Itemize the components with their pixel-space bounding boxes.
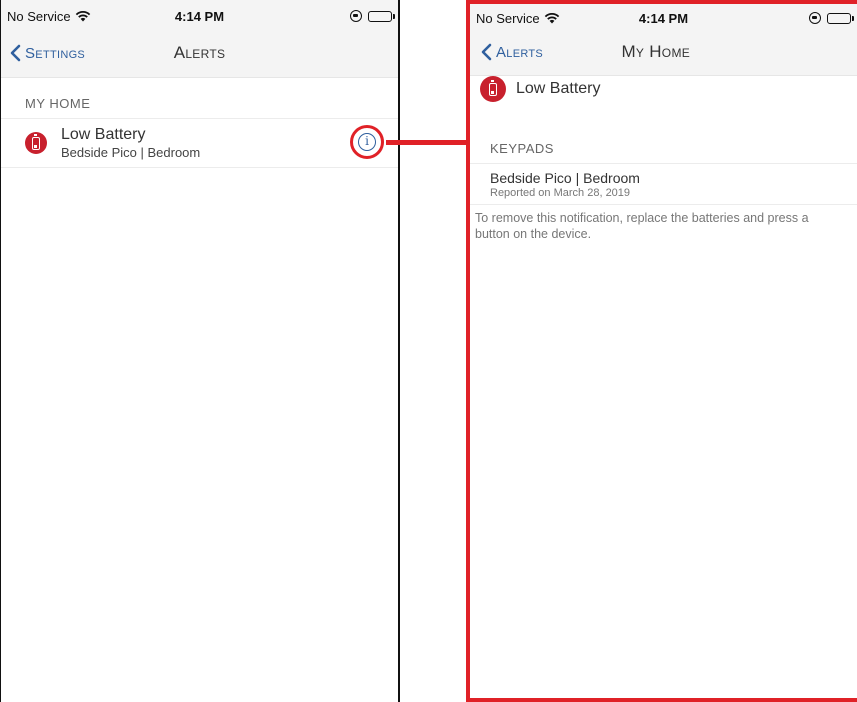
info-icon: i [358,133,376,151]
device-reported-date: Reported on March 28, 2019 [490,186,631,199]
callout-connector [386,140,468,145]
chevron-left-icon [481,43,492,61]
section-header-keypads: KEYPADS [490,141,554,156]
low-battery-icon [25,132,47,154]
carrier-status: No Service [7,9,91,24]
section-header-my-home: MY HOME [25,96,91,111]
back-label: Alerts [496,43,544,61]
orientation-lock-icon [350,10,362,22]
status-time: 4:14 PM [174,8,225,24]
navigation-bar: Alerts My Home [470,32,857,72]
chevron-left-icon [10,44,21,62]
status-icons [350,10,395,22]
low-battery-icon [480,76,506,102]
battery-icon [368,10,395,22]
alert-title: Low Battery [61,126,146,143]
carrier-status: No Service [476,11,560,26]
device-name: Bedside Pico | Bedroom [490,169,640,186]
navigation-bar: Settings Alerts [1,32,398,74]
page-title: Alerts [173,43,226,62]
alert-row-low-battery[interactable]: Low Battery Bedside Pico | Bedroom [1,118,398,168]
my-home-detail-screen: No Service 4:14 PM Alerts My Home Low Ba… [466,0,857,702]
back-label: Settings [25,44,86,62]
page-title: My Home [621,42,691,61]
status-bar: No Service 4:14 PM [470,4,857,32]
status-time: 4:14 PM [638,10,689,26]
back-button-alerts[interactable]: Alerts [480,43,543,61]
wifi-icon [75,11,90,22]
device-row: Bedside Pico | Bedroom Reported on March… [470,163,857,205]
top-bar: No Service 4:14 PM Settings Alerts [1,0,398,78]
orientation-lock-icon [809,12,821,24]
wifi-icon [544,13,559,24]
info-button[interactable]: i [350,125,384,159]
status-icons [809,12,854,24]
alerts-screen: No Service 4:14 PM Settings Alerts MY HO… [0,0,400,702]
battery-icon [827,12,854,24]
alert-subtitle: Bedside Pico | Bedroom [61,145,201,160]
back-button-settings[interactable]: Settings [9,44,85,62]
carrier-label: No Service [7,8,71,24]
removal-instructions: To remove this notification, replace the… [475,211,809,241]
top-bar: No Service 4:14 PM Alerts My Home [470,4,857,76]
alert-header: Low Battery [480,76,600,102]
status-bar: No Service 4:14 PM [1,0,398,32]
alert-title: Low Battery [516,80,601,97]
carrier-label: No Service [476,10,540,26]
